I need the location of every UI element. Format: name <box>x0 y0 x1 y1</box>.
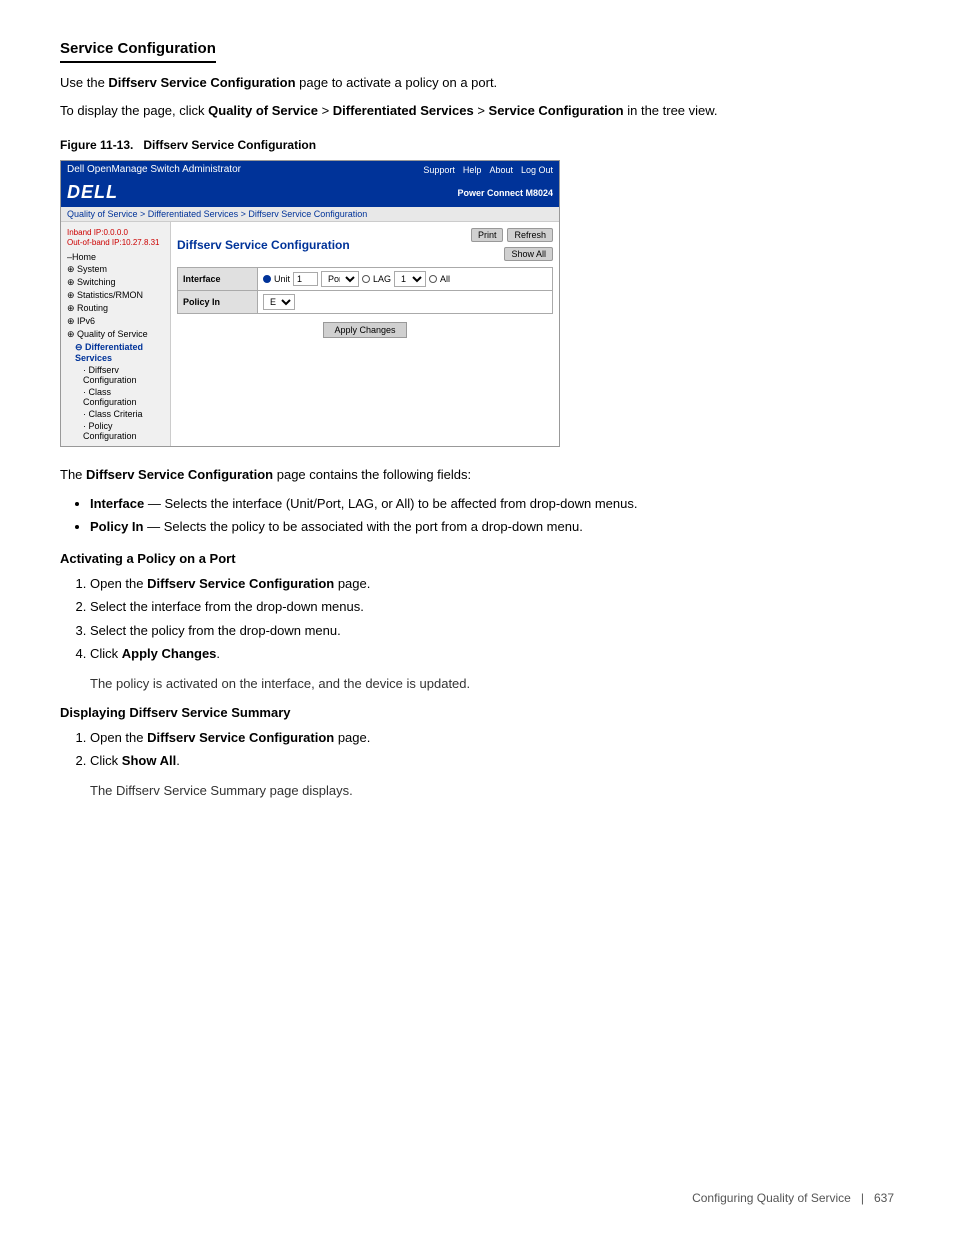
sidebar-item-qos[interactable]: ⊕ Quality of Service <box>61 328 170 341</box>
activate-step-4-bold: Apply Changes <box>122 646 217 661</box>
ss-link-support[interactable]: Support <box>423 165 455 175</box>
ss-interface-control[interactable]: Unit Portxg1 LAG 1 All <box>258 268 553 291</box>
ss-port-select[interactable]: Portxg1 <box>321 271 359 287</box>
activate-step-3: Select the policy from the drop-down men… <box>90 621 894 641</box>
ss-top-btn-row: Print Refresh <box>471 228 553 242</box>
ss-dell-logo: DELL <box>67 182 118 203</box>
ss-all-radio-icon <box>429 275 437 283</box>
bullet-policy-in: Policy In — Selects the policy to be ass… <box>90 517 894 537</box>
bullet-interface-term: Interface <box>90 496 144 511</box>
activate-result-text: The policy is activated on the interface… <box>90 676 894 691</box>
ss-lag-select[interactable]: 1 <box>394 271 426 287</box>
ss-main-content: Diffserv Service Configuration Print Ref… <box>171 222 559 446</box>
ss-link-logout[interactable]: Log Out <box>521 165 553 175</box>
fields-description-intro: The Diffserv Service Configuration page … <box>60 465 894 486</box>
ss-nav-links: Support Help About Log Out <box>423 165 553 175</box>
ss-apply-changes-button[interactable]: Apply Changes <box>323 322 406 338</box>
ss-header-bar: Dell OpenManage Switch Administrator Sup… <box>61 161 559 178</box>
sidebar-item-diffserv[interactable]: ⊖ Differentiated Services <box>61 341 170 364</box>
sidebar-item-class-config[interactable]: · Class Configuration <box>61 386 170 408</box>
intro-bold-2c: Service Configuration <box>489 103 624 118</box>
ss-link-about[interactable]: About <box>489 165 513 175</box>
intro-bold-1: Diffserv Service Configuration <box>108 75 295 90</box>
intro-post-2: in the tree view. <box>624 103 718 118</box>
activate-step-1-bold: Diffserv Service Configuration <box>147 576 334 591</box>
ss-sidebar: Inband IP:0.0.0.0 Out-of-band IP:10.27.8… <box>61 222 171 446</box>
sidebar-item-policy-config[interactable]: · Policy Configuration <box>61 420 170 442</box>
fields-description-bold: Diffserv Service Configuration <box>86 467 273 482</box>
display-step-1: Open the Diffserv Service Configuration … <box>90 728 894 748</box>
activate-step-4: Click Apply Changes. <box>90 644 894 664</box>
sidebar-item-routing[interactable]: ⊕ Routing <box>61 302 170 315</box>
ss-policy-select[interactable]: East <box>263 294 295 310</box>
ss-action-buttons: Print Refresh Show All <box>471 228 553 261</box>
ss-page-title-text: Diffserv Service Configuration <box>177 238 350 252</box>
ss-unit-radio-icon <box>263 275 271 283</box>
ss-refresh-button[interactable]: Refresh <box>507 228 553 242</box>
ss-product-name: Power Connect M8024 <box>457 188 553 198</box>
sidebar-item-system[interactable]: ⊕ System <box>61 263 170 276</box>
intro-bold-2b: Differentiated Services <box>333 103 474 118</box>
ss-policy-row: Policy In East <box>178 291 553 314</box>
ss-lag-radio-icon <box>362 275 370 283</box>
ss-unit-input[interactable] <box>293 272 318 286</box>
sidebar-item-diffserv-config[interactable]: · Diffserv Configuration <box>61 364 170 386</box>
ss-interface-label: Interface <box>178 268 258 291</box>
figure-label: Figure 11-13. Diffserv Service Configura… <box>60 138 894 152</box>
ss-policy-control[interactable]: East <box>258 291 553 314</box>
activate-step-2: Select the interface from the drop-down … <box>90 597 894 617</box>
fields-bullet-list: Interface — Selects the interface (Unit/… <box>90 494 894 537</box>
ss-link-help[interactable]: Help <box>463 165 482 175</box>
intro-paragraph-2: To display the page, click Quality of Se… <box>60 101 894 121</box>
ss-apply-row: Apply Changes <box>177 322 553 338</box>
screenshot-figure: Dell OpenManage Switch Administrator Sup… <box>60 160 560 447</box>
display-step-1-bold: Diffserv Service Configuration <box>147 730 334 745</box>
sidebar-item-statistics[interactable]: ⊕ Statistics/RMON <box>61 289 170 302</box>
ss-logo-bar: DELL Power Connect M8024 <box>61 178 559 207</box>
ss-inband-ip: Inband IP:0.0.0.0 Out-of-band IP:10.27.8… <box>61 226 170 251</box>
ss-print-button[interactable]: Print <box>471 228 504 242</box>
footer-text: Configuring Quality of Service <box>692 1191 851 1205</box>
footer-page-number: 637 <box>874 1191 894 1205</box>
ss-app-title: Dell OpenManage Switch Administrator <box>67 164 241 175</box>
ss-policy-label: Policy In <box>178 291 258 314</box>
activate-step-1: Open the Diffserv Service Configuration … <box>90 574 894 594</box>
subsection-display-title: Displaying Diffserv Service Summary <box>60 705 894 720</box>
ss-breadcrumb: Quality of Service > Differentiated Serv… <box>61 207 559 222</box>
ss-interface-unit-radio[interactable]: Unit Portxg1 LAG 1 All <box>263 271 450 287</box>
ss-show-all-button[interactable]: Show All <box>504 247 553 261</box>
intro-paragraph-1: Use the Diffserv Service Configuration p… <box>60 73 894 93</box>
page-footer: Configuring Quality of Service | 637 <box>692 1191 894 1205</box>
section-title: Service Configuration <box>60 40 216 63</box>
ss-fields-table: Interface Unit Portxg1 LAG 1 <box>177 267 553 314</box>
sidebar-item-ipv6[interactable]: ⊕ IPv6 <box>61 315 170 328</box>
sidebar-item-class-criteria[interactable]: · Class Criteria <box>61 408 170 420</box>
sidebar-item-home[interactable]: –Home <box>61 251 170 263</box>
intro-pre-2: To display the page, click <box>60 103 208 118</box>
display-result-text: The Diffserv Service Summary page displa… <box>90 783 894 798</box>
ss-page-title-row: Diffserv Service Configuration Print Ref… <box>177 228 553 261</box>
intro-bold-2a: Quality of Service <box>208 103 318 118</box>
subsection-activate-title: Activating a Policy on a Port <box>60 551 894 566</box>
sidebar-item-switching[interactable]: ⊕ Switching <box>61 276 170 289</box>
display-step-2: Click Show All. <box>90 751 894 771</box>
display-steps-list: Open the Diffserv Service Configuration … <box>90 728 894 771</box>
intro-rest-1: page to activate a policy on a port. <box>299 75 497 90</box>
activate-steps-list: Open the Diffserv Service Configuration … <box>90 574 894 664</box>
ss-body: Inband IP:0.0.0.0 Out-of-band IP:10.27.8… <box>61 222 559 446</box>
ss-interface-row: Interface Unit Portxg1 LAG 1 <box>178 268 553 291</box>
bullet-interface: Interface — Selects the interface (Unit/… <box>90 494 894 514</box>
ss-show-all-row: Show All <box>504 246 553 261</box>
footer-separator: | <box>861 1191 864 1205</box>
display-step-2-bold: Show All <box>122 753 176 768</box>
bullet-policy-term: Policy In <box>90 519 143 534</box>
